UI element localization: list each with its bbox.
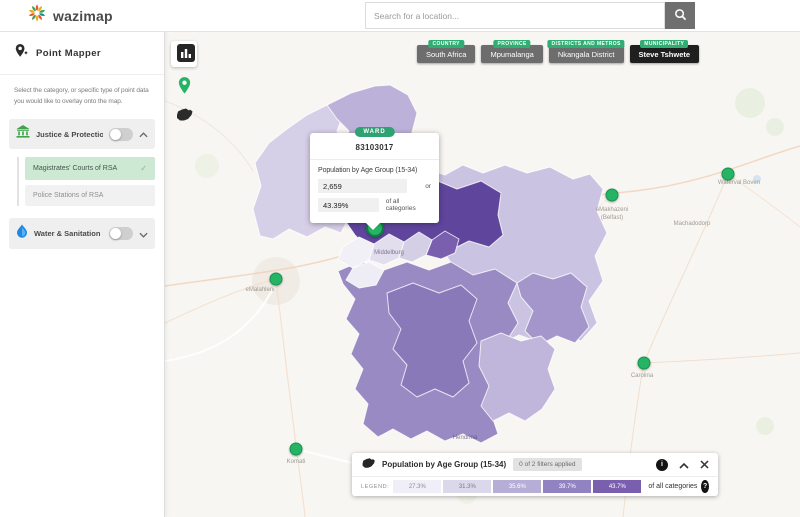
- breadcrumb: COUNTRY South Africa PROVINCE Mpumalanga DIS…: [417, 40, 700, 63]
- wazimap-logo[interactable]: wazimap: [27, 3, 113, 28]
- tooltip-metric-label: Population by Age Group (15-34): [318, 167, 418, 174]
- legend-bin-2[interactable]: 35.6%: [493, 480, 542, 493]
- boundaries-button[interactable]: [175, 107, 194, 125]
- legend-suffix: of all categories: [648, 483, 698, 490]
- map-canvas[interactable]: COUNTRY South Africa PROVINCE Mpumalanga DIS…: [165, 31, 800, 517]
- sunburst-logo-icon: [27, 3, 47, 28]
- legend-bin-3[interactable]: 39.7%: [543, 480, 592, 493]
- legend-row: LEGEND: 27.3% 31.3% 35.6% 39.7% 43.7% of all…: [352, 477, 718, 496]
- point-type-item-0-1[interactable]: Police Stations of RSA: [25, 185, 155, 207]
- category-label: Water & Sanitation Serv...: [34, 229, 103, 239]
- search-icon: [674, 8, 687, 24]
- top-bar: wazimap: [0, 0, 800, 32]
- place-label: Carolina: [630, 373, 654, 379]
- place-label: Hendrina: [452, 435, 478, 441]
- category-toggle[interactable]: [109, 227, 133, 241]
- choropleth-layer[interactable]: [165, 31, 800, 517]
- map-toolbar: [171, 41, 197, 125]
- location-search: [365, 2, 695, 29]
- filters-badge[interactable]: 0 of 2 filters applied: [513, 458, 582, 471]
- point-type-item-0-0[interactable]: Magistrates' Courts of RSA ✓: [25, 157, 155, 181]
- breadcrumb-province[interactable]: PROVINCE Mpumalanga: [481, 40, 543, 63]
- data-panel: Population by Age Group (15-34) 0 of 2 f…: [352, 453, 718, 496]
- breadcrumb-tag: DISTRICTS AND METROS: [547, 40, 625, 48]
- breadcrumb-districts-and-metros[interactable]: DISTRICTS AND METROS Nkangala District: [547, 40, 625, 63]
- sidebar-header: Point Mapper: [0, 31, 164, 75]
- tooltip-value-suffix: or: [425, 182, 431, 190]
- collapse-button[interactable]: [679, 457, 689, 472]
- search-input[interactable]: [365, 2, 665, 29]
- point-mapper-button[interactable]: [177, 76, 192, 98]
- ward-code: 83103017: [310, 133, 439, 160]
- place-label: Middelburg: [374, 250, 404, 256]
- breadcrumb-tag: MUNICIPALITY: [640, 40, 689, 48]
- legend-bin-0[interactable]: 27.3%: [393, 480, 442, 493]
- search-button[interactable]: [665, 2, 695, 29]
- water-drop-icon: [16, 224, 28, 243]
- close-panel-button[interactable]: [700, 457, 709, 472]
- sidebar-categories: Justice & Protection Se... Magistrates' C…: [0, 119, 164, 250]
- panel-title: Population by Age Group (15-34): [382, 460, 507, 469]
- data-panel-header: Population by Age Group (15-34) 0 of 2 f…: [352, 453, 718, 477]
- chevron-down-icon: [139, 225, 148, 243]
- point-type-label: Magistrates' Courts of RSA: [33, 165, 118, 173]
- close-icon: [700, 457, 709, 472]
- wazimap-app: wazimap Point Mapper Select the category…: [0, 0, 800, 517]
- toggle-knob: [110, 128, 121, 140]
- sidebar-category-1[interactable]: Water & Sanitation Serv...: [9, 218, 155, 250]
- tooltip-percent-suffix: of all categories: [385, 198, 416, 212]
- tooltip-value-row: 2,659 or: [318, 179, 431, 193]
- legend-bins: 27.3% 31.3% 35.6% 39.7% 43.7%: [393, 480, 643, 493]
- map-pin-icon: [177, 76, 192, 98]
- sidebar-description: Select the category, or specific type of…: [14, 87, 149, 106]
- chevron-up-icon: [139, 125, 148, 143]
- place-label: Komati: [286, 459, 306, 465]
- breadcrumb-tag: PROVINCE: [493, 40, 531, 48]
- breadcrumb-country[interactable]: COUNTRY South Africa: [417, 40, 476, 63]
- ward-tooltip: WARD 83103017 Population by Age Group (1…: [310, 127, 439, 230]
- place-label: Machadodorp: [673, 221, 711, 227]
- tooltip-value: 2,659: [318, 179, 407, 193]
- legend-label: LEGEND:: [361, 483, 390, 490]
- point-marker[interactable]: [605, 188, 619, 202]
- tooltip-percent-row: 43.39% of all categories: [318, 198, 431, 212]
- south-africa-icon: [361, 456, 376, 474]
- sidebar-category-0[interactable]: Justice & Protection Se...: [9, 119, 155, 150]
- help-button[interactable]: ?: [701, 480, 709, 493]
- point-mapper-pin-icon: [14, 43, 28, 64]
- sidebar-title: Point Mapper: [36, 48, 101, 59]
- category-label: Justice & Protection Se...: [36, 129, 103, 139]
- ward-polygon-6[interactable]: [478, 332, 556, 422]
- data-mapper-button[interactable]: [171, 41, 197, 67]
- courthouse-icon: [16, 125, 30, 143]
- south-africa-icon: [175, 107, 194, 125]
- place-label: Waterval Boven: [717, 180, 761, 186]
- info-button[interactable]: i: [656, 458, 668, 471]
- bar-chart-icon: [177, 43, 195, 65]
- place-label: eMalahleni: [245, 287, 275, 293]
- toggle-knob: [110, 228, 121, 240]
- breadcrumb-tag: COUNTRY: [428, 40, 464, 48]
- point-mapper-sidebar: Point Mapper Select the category, or spe…: [0, 31, 165, 517]
- point-marker[interactable]: [269, 272, 283, 286]
- chevron-up-icon: [679, 457, 689, 472]
- legend-bin-4[interactable]: 43.7%: [593, 480, 642, 493]
- place-label: eMakhazeni (Belfast): [595, 207, 629, 221]
- checkmark-icon: ✓: [140, 164, 147, 174]
- ward-tag: WARD: [354, 127, 395, 137]
- tooltip-percent: 43.39%: [318, 198, 379, 212]
- point-marker[interactable]: [637, 356, 651, 370]
- legend-bin-1[interactable]: 31.3%: [443, 480, 492, 493]
- category-toggle[interactable]: [109, 127, 133, 141]
- category-subitems: Magistrates' Courts of RSA ✓ Police Statio…: [17, 157, 155, 207]
- point-type-label: Police Stations of RSA: [33, 192, 104, 200]
- breadcrumb-municipality[interactable]: MUNICIPALITY Steve Tshwete: [629, 40, 700, 63]
- logo-text: wazimap: [53, 7, 113, 24]
- point-marker[interactable]: [289, 442, 303, 456]
- point-marker[interactable]: [721, 167, 735, 181]
